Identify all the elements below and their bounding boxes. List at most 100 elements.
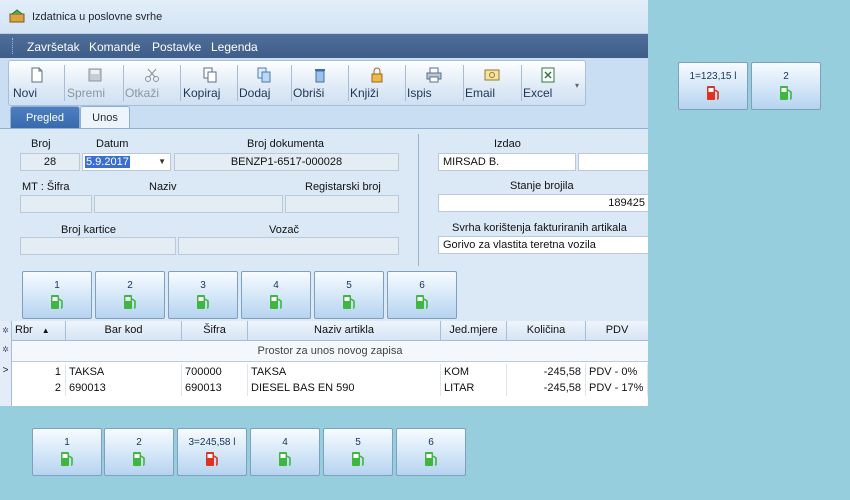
new-row-placeholder[interactable]: Prostor za unos novog zapisa	[12, 341, 648, 362]
cancel-button[interactable]: Otkaži	[125, 61, 179, 105]
pump-button-5[interactable]: 5	[323, 428, 393, 476]
fuel-pump-icon	[279, 452, 291, 466]
asterisk-icon: ✲	[2, 326, 9, 335]
vozac-label: Vozač	[269, 224, 299, 236]
tab-unos[interactable]: Unos	[80, 106, 130, 129]
svrha-label: Svrha korištenja fakturiranih artikala	[452, 222, 627, 234]
cell-naziv[interactable]: TAKSA	[248, 364, 441, 380]
menu-postavke[interactable]: Postavke	[152, 40, 201, 54]
naziv-field[interactable]	[94, 195, 283, 213]
cell-bar-kod[interactable]: TAKSA	[66, 364, 182, 380]
pump-button-4[interactable]: 4	[241, 271, 311, 319]
broj-kartice-field[interactable]	[20, 237, 176, 255]
toolbar-separator	[291, 65, 292, 101]
col-rbr[interactable]: Rbr ▲	[12, 321, 66, 340]
datum-value: 5.9.2017	[85, 156, 130, 168]
pump-button-2[interactable]: 2	[751, 62, 821, 110]
pump-button-1[interactable]: 1	[22, 271, 92, 319]
stanje-brojila-field[interactable]: 189425	[438, 194, 648, 212]
col-pdv[interactable]: PDV	[586, 321, 648, 340]
pump-button-4[interactable]: 4	[250, 428, 320, 476]
new-document-icon	[31, 67, 43, 83]
lock-icon	[371, 67, 383, 83]
title-bar: Izdatnica u poslovne svrhe	[0, 0, 648, 34]
fuel-pump-icon	[270, 295, 282, 309]
fuel-pump-icon	[780, 86, 792, 100]
vozac-field[interactable]	[178, 237, 399, 255]
col-naziv-artikla[interactable]: Naziv artikla	[248, 321, 441, 340]
izdao-extra-field[interactable]	[578, 153, 648, 171]
table-row[interactable]: 2 690013 690013 DIESEL BAS EN 590 LITAR -245,…	[12, 380, 648, 396]
current-row-arrow-icon: >	[2, 365, 9, 376]
cell-sifra[interactable]: 700000	[182, 364, 248, 380]
excel-icon	[541, 67, 555, 83]
datum-picker[interactable]: 5.9.2017 ▼	[82, 153, 171, 171]
toolbar-separator	[64, 65, 65, 101]
table-row[interactable]: 1 TAKSA 700000 TAKSA KOM -245,58 PDV - 0%	[12, 364, 648, 380]
tab-strip: Pregled Unos	[0, 106, 648, 129]
toolbar-overflow-icon[interactable]: ▾	[575, 81, 585, 91]
cell-bar-kod[interactable]: 690013	[66, 380, 182, 396]
asterisk-icon: ✲	[2, 345, 9, 354]
new-button[interactable]: Novi	[13, 61, 61, 105]
cell-jed-mjere[interactable]: LITAR	[441, 380, 507, 396]
menu-legenda[interactable]: Legenda	[211, 40, 258, 54]
col-sifra[interactable]: Šifra	[182, 321, 248, 340]
broj-field[interactable]: 28	[20, 153, 80, 171]
pump-button-6[interactable]: 6	[396, 428, 466, 476]
col-kolicina[interactable]: Količina	[507, 321, 586, 340]
pump-button-5[interactable]: 5	[314, 271, 384, 319]
registarski-broj-field[interactable]	[285, 195, 399, 213]
print-button[interactable]: Ispis	[407, 61, 461, 105]
cell-sifra[interactable]: 690013	[182, 380, 248, 396]
pump-button-1[interactable]: 1=123,15 l	[678, 62, 748, 110]
panel-divider	[418, 134, 419, 266]
pump-button-3[interactable]: 3=245,58 l	[177, 428, 247, 476]
fuel-pump-icon	[343, 295, 355, 309]
menu-komande[interactable]: Komande	[89, 40, 140, 54]
articles-grid: Rbr ▲ Bar kod Šifra Naziv artikla Jed.mj…	[12, 321, 648, 406]
mt-sifra-field[interactable]	[20, 195, 92, 213]
izdao-label: Izdao	[494, 138, 521, 150]
toolbar-separator	[237, 65, 238, 101]
cell-kolicina[interactable]: -245,58	[507, 364, 586, 380]
cell-rbr[interactable]: 1	[12, 364, 66, 380]
tab-pregled[interactable]: Pregled	[10, 106, 80, 129]
fuel-pump-icon	[352, 452, 364, 466]
izdao-field[interactable]: MIRSAD B.	[438, 153, 576, 171]
fuel-pump-icon	[206, 452, 218, 466]
cell-rbr[interactable]: 2	[12, 380, 66, 396]
col-jed-mjere[interactable]: Jed.mjere	[441, 321, 507, 340]
pump-label: 1	[64, 437, 70, 448]
pump-button-1[interactable]: 1	[32, 428, 102, 476]
pump-button-2[interactable]: 2	[104, 428, 174, 476]
datum-label: Datum	[96, 138, 129, 150]
col-bar-kod[interactable]: Bar kod	[66, 321, 182, 340]
copy-button[interactable]: Kopiraj	[183, 61, 237, 105]
cell-jed-mjere[interactable]: KOM	[441, 364, 507, 380]
broj-dokumenta-field[interactable]: BENZP1-6517-000028	[174, 153, 399, 171]
pump-button-3[interactable]: 3	[168, 271, 238, 319]
chevron-down-icon[interactable]: ▼	[158, 154, 166, 170]
menu-zavrsetak[interactable]: Završetak	[27, 40, 80, 54]
fuel-pump-icon	[197, 295, 209, 309]
toolbar-separator	[463, 65, 464, 101]
post-button[interactable]: Knjiži	[350, 61, 404, 105]
cell-pdv[interactable]: PDV - 0%	[586, 364, 648, 380]
cell-pdv[interactable]: PDV - 17%	[586, 380, 648, 396]
save-button[interactable]: Spremi	[67, 61, 123, 105]
svrha-field[interactable]: Gorivo za vlastita teretna vozila	[438, 236, 648, 254]
delete-button[interactable]: Obriši	[293, 61, 347, 105]
pump-label: 4	[273, 280, 279, 291]
cell-naziv[interactable]: DIESEL BAS EN 590	[248, 380, 441, 396]
pump-label: 1	[54, 280, 60, 291]
fuel-pump-icon	[425, 452, 437, 466]
pump-button-2[interactable]: 2	[95, 271, 165, 319]
cell-kolicina[interactable]: -245,58	[507, 380, 586, 396]
pump-label: 3=245,58 l	[188, 437, 236, 448]
email-button[interactable]: Email	[465, 61, 519, 105]
toolbar: Novi Spremi Otkaži Kopiraj Dodaj Obriši	[8, 60, 586, 106]
add-button[interactable]: Dodaj	[239, 61, 289, 105]
excel-button[interactable]: Excel	[523, 61, 573, 105]
pump-button-6[interactable]: 6	[387, 271, 457, 319]
